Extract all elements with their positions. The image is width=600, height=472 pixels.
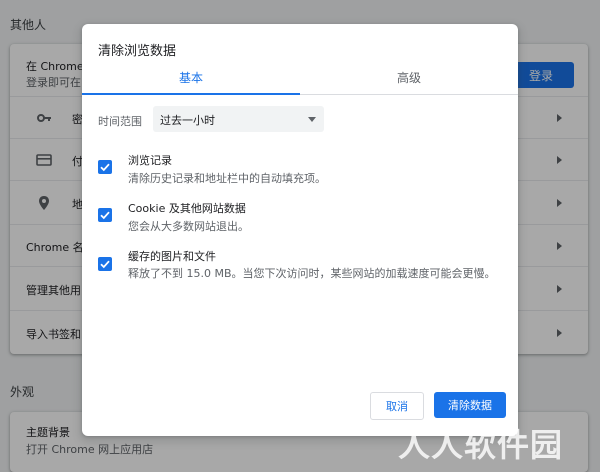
checkbox-browsing-history[interactable] <box>98 160 112 174</box>
cookies-title: Cookie 及其他网站数据 <box>128 202 246 215</box>
browsing-history-title: 浏览记录 <box>128 154 172 167</box>
cached-images-title: 缓存的图片和文件 <box>128 250 216 263</box>
tab-bar: 基本 高级 <box>82 60 518 95</box>
cancel-button[interactable]: 取消 <box>370 392 424 420</box>
checkbox-cookies[interactable] <box>98 208 112 222</box>
time-range-select[interactable]: 过去一小时 <box>153 106 324 132</box>
tab-advanced[interactable]: 高级 <box>300 60 518 94</box>
site-watermark: 人人软件园 <box>398 426 564 464</box>
time-range-label: 时间范围 <box>98 115 142 128</box>
cached-images-subtitle: 释放了不到 15.0 MB。当您下次访问时，某些网站的加载速度可能会更慢。 <box>128 267 496 280</box>
dialog-title: 清除浏览数据 <box>98 44 177 59</box>
checkbox-cached-images[interactable] <box>98 257 112 271</box>
browsing-history-subtitle: 清除历史记录和地址栏中的自动填充项。 <box>128 172 326 185</box>
clear-data-button[interactable]: 清除数据 <box>434 392 506 418</box>
dropdown-arrow-icon <box>308 117 316 122</box>
time-range-value: 过去一小时 <box>160 114 215 127</box>
cookies-subtitle: 您会从大多数网站退出。 <box>128 220 249 233</box>
clear-browsing-data-dialog: 清除浏览数据 基本 高级 时间范围 过去一小时 浏览记录 清除历史记录和地址栏中… <box>82 24 518 436</box>
tab-basic[interactable]: 基本 <box>82 60 300 95</box>
